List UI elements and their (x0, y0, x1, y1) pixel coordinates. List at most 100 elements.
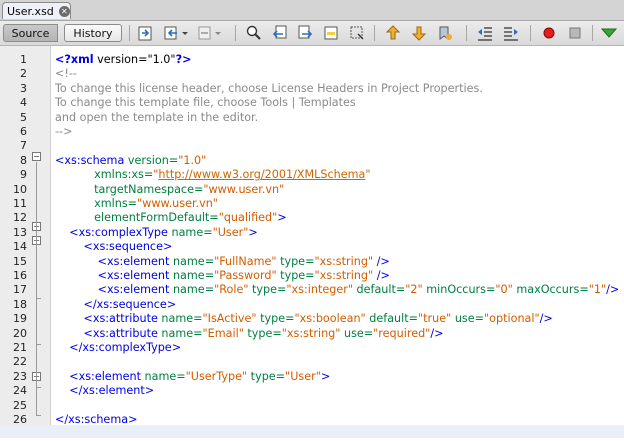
check-xml-icon[interactable] (600, 24, 618, 42)
line-number: 14 (13, 240, 27, 254)
line-number: 5 (20, 110, 27, 124)
code-line: targetNamespace="www.user.vn" (55, 183, 284, 197)
code-token: <xs:element (55, 254, 170, 268)
code-token: " (365, 168, 371, 182)
fold-collapse-icon[interactable]: − (32, 152, 41, 161)
source-button[interactable]: Source (3, 24, 58, 42)
code-token: > (320, 369, 331, 383)
code-line: <!-- (55, 67, 77, 81)
code-token: "xs:integer" (286, 283, 353, 297)
code-line: <xs:schema version="1.0" (55, 154, 206, 168)
code-token: "FullName" (214, 254, 277, 268)
code-token: "UserType" (185, 369, 248, 383)
code-token: To change this license header, choose Li… (55, 81, 483, 95)
line-number: 4 (20, 96, 27, 110)
code-token: "xs:boolean" (294, 312, 366, 326)
line-number: 20 (13, 326, 27, 340)
code-token: </xs:complexType> (55, 341, 182, 354)
find-next-icon[interactable] (296, 24, 314, 42)
namespace-link[interactable]: http://www.w3.org/2001/XMLSchema (158, 168, 365, 181)
next-bookmark-icon[interactable] (410, 24, 428, 42)
find-previous-icon[interactable] (271, 24, 289, 42)
code-line: </xs:element> (55, 384, 154, 398)
toggle-rectangular-selection-icon[interactable] (348, 24, 366, 42)
code-token: xmlns:xs= (55, 168, 154, 182)
line-number: 12 (13, 211, 27, 225)
code-line: </xs:schema> (55, 413, 137, 427)
start-macro-recording-icon[interactable] (540, 24, 558, 42)
shift-left-icon[interactable] (476, 24, 494, 42)
code-token: <?xml (55, 53, 94, 66)
code-token: "User" (285, 369, 321, 383)
editor-toolbar: Source History (0, 21, 624, 46)
code-token: "0" (495, 283, 513, 297)
line-number: 23 (13, 369, 27, 383)
chevron-down-icon[interactable] (176, 24, 188, 42)
toolbar-separator (129, 25, 130, 41)
code-token: <xs:element (55, 369, 141, 383)
code-line: <xs:element name="FullName" type="xs:str… (55, 255, 390, 269)
code-token: "Password" (214, 269, 277, 282)
code-token: maxOccurs= (512, 283, 589, 297)
code-token: > (277, 211, 287, 225)
code-token: "1.0" (178, 153, 207, 167)
code-token: type= (276, 269, 315, 282)
code-token: default= (365, 312, 419, 326)
code-token: version= (124, 153, 179, 167)
line-number: 10 (13, 182, 27, 196)
code-token: <xs:complexType (55, 225, 168, 239)
close-icon[interactable]: ✕ (58, 5, 70, 17)
last-edit-icon[interactable] (137, 24, 155, 42)
toolbar-separator (374, 25, 375, 41)
code-token: "2" (405, 283, 423, 297)
code-token: /> (373, 269, 390, 282)
code-line: <xs:attribute name="IsActive" type="xs:b… (55, 312, 552, 326)
shift-right-icon[interactable] (502, 24, 520, 42)
code-token: type= (247, 369, 286, 383)
code-token: "1" (588, 283, 607, 297)
line-number: 24 (13, 384, 27, 398)
code-editor[interactable]: <?xml version="1.0"?> <!-- To change this … (55, 46, 624, 438)
history-button[interactable]: History (64, 24, 122, 42)
toggle-highlight-icon[interactable] (322, 24, 340, 42)
line-number: 16 (13, 269, 27, 282)
code-token: "xs:string" (314, 269, 374, 282)
code-line: <?xml version="1.0"?> (55, 53, 191, 67)
fold-guide (36, 162, 37, 416)
code-token: "Email" (202, 326, 244, 340)
line-number: 17 (13, 283, 27, 297)
toolbar-separator (592, 25, 593, 41)
code-line: </xs:sequence> (55, 298, 176, 312)
code-line: xmlns:xs= "http://www.w3.org/2001/XMLSche… (55, 168, 371, 182)
code-token: </xs:schema> (55, 413, 138, 426)
editor-tab-user-xsd[interactable]: User.xsd ✕ (2, 2, 71, 19)
code-line: <xs:attribute name="Email" type="xs:stri… (55, 327, 443, 341)
code-token: "IsActive" (202, 312, 257, 326)
code-token: name= (157, 326, 203, 340)
chevron-down-icon[interactable] (209, 24, 221, 42)
code-token: "www.user.vn" (203, 182, 285, 196)
code-token: type= (276, 254, 315, 268)
code-token: name= (169, 254, 215, 268)
code-token: <xs:schema (55, 153, 125, 167)
code-token: name= (157, 312, 203, 326)
code-token: version= (93, 53, 148, 66)
line-number: 25 (13, 398, 27, 412)
toolbar-separator (235, 25, 236, 41)
line-number: 1 (20, 53, 27, 66)
previous-bookmark-icon[interactable] (384, 24, 402, 42)
code-token: "required" (373, 326, 431, 340)
code-line: </xs:complexType> (55, 341, 181, 355)
stop-macro-recording-icon[interactable] (566, 24, 584, 42)
code-token: <xs:attribute (55, 312, 158, 326)
toggle-bookmark-icon[interactable] (436, 24, 454, 42)
line-number: 2 (20, 67, 27, 81)
code-token: /> (606, 283, 620, 297)
code-token: type= (248, 283, 287, 297)
find-icon[interactable] (245, 24, 263, 42)
toolbar-separator (466, 25, 467, 41)
editor-tab-bar: User.xsd ✕ (0, 0, 624, 21)
code-line: elementFormDefault="qualified"> (55, 211, 287, 225)
code-token: "User" (212, 225, 249, 239)
line-number-gutter: − − − − 12345678910111213141516171819202… (0, 46, 51, 440)
